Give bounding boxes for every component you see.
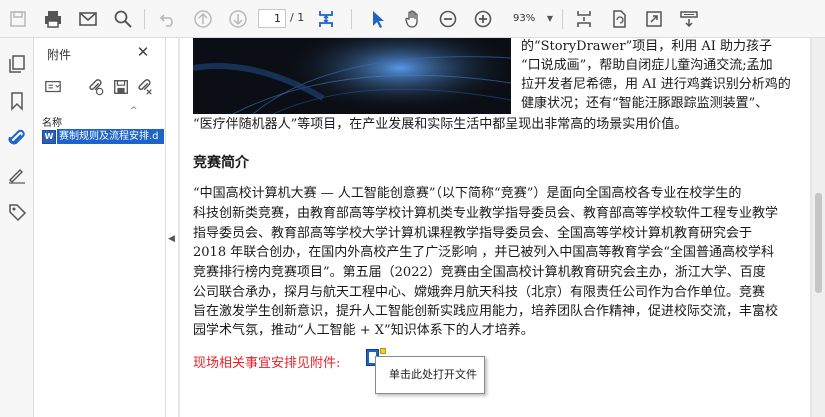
zoom-out-icon[interactable] [436,7,460,31]
doc-text-line: 健康状况；还有“智能汪豚跟踪监测装置”、 [521,96,769,111]
panel-title: 附件 [47,48,72,62]
paragraph-line: 2018 年联合创办，在国内外高校产生了广泛影响 ，并已被列入中国高等教育学会“… [193,245,774,260]
page-up-icon[interactable] [191,7,215,31]
fit-width-icon[interactable] [572,7,596,31]
bookmark-icon[interactable] [5,89,29,113]
paragraph-line: 旨在激发学生创新意识，提升人工智能创新实践应用能力，培养团队合作精神，促进校际交… [193,304,779,319]
signature-icon[interactable] [5,163,29,187]
collapse-panel-icon[interactable]: ◀ [168,234,175,244]
print-icon[interactable] [41,7,65,31]
zoom-value: 93% [513,13,536,24]
paragraph-line: 园学术气氛，推动“人工智能 + X”知识体系下的人才培养。 [193,323,534,338]
page-down-icon[interactable] [226,7,250,31]
doc-text-line: 的“StoryDrawer”项目，利用 AI 助力孩子 [521,39,773,54]
scrollbar-thumb[interactable] [815,193,822,293]
save-icon[interactable] [6,7,30,31]
page-total: / 1 [290,11,305,24]
fit-page-icon[interactable] [314,7,338,31]
paragraph-line: 科技创新类竞赛，由教育部高等学校计算机类专业教学指导委员会、教育部高等学校软件工… [193,206,779,221]
paragraph-line: 公司联合承办，探月与航天工程中心、嫦娥奔月航天科技（北京）有限责任公司作为合作单… [193,285,766,300]
column-header-name[interactable]: 名称 [42,114,62,129]
sort-caret-icon[interactable]: ^ [130,106,138,116]
add-attachment-icon[interactable] [85,76,107,98]
pages-icon[interactable] [5,52,29,76]
attachment-item[interactable]: W 赛制规则及流程安排.d [42,129,166,144]
zoom-in-icon[interactable] [471,7,495,31]
zoom-select[interactable]: 93% ▼ [507,9,555,28]
tag-icon[interactable] [5,200,29,224]
view-options-icon[interactable] [42,76,64,98]
hand-tool-icon[interactable] [401,7,425,31]
paragraph-line: 竞赛排行榜内竞赛项目”。第五届（2022）竞赛由全国高校计算机教育研究会主办，浙… [193,265,766,280]
word-file-icon: W [42,129,56,144]
section-heading: 竞赛简介 [193,155,249,171]
panel-toolbar [42,76,166,100]
tooltip: 单击此处打开文件 [375,356,485,394]
document-image [193,38,511,114]
paragraph-line: 指导委员会、教育部高等学校大学计算机课程教学指导委员会、全国高等学校计算机教育研… [193,226,753,241]
doc-text-line: 拉开发者尼希德，用 AI 进行鸡粪识别分析鸡的 [521,77,791,92]
attachment-link-text: 现场相关事宜安排见附件: [193,356,341,371]
close-icon[interactable]: ✕ [134,43,152,61]
attachment-icon[interactable] [5,126,29,150]
search-icon[interactable] [111,7,135,31]
undo-icon[interactable] [156,7,180,31]
doc-text-line: “口说成画”，帮助自闭症儿童沟通交流;孟加 [521,58,773,73]
more-tools-icon[interactable] [677,7,701,31]
delete-attachment-icon[interactable] [134,76,156,98]
paragraph-line: “中国高校计算机大赛 — 人工智能创意赛”（以下简称“竞赛”）是面向全国高校各专… [193,186,742,201]
chevron-down-icon: ▼ [546,14,553,23]
doc-text-line: “医疗伴随机器人”等项目，在产业发展和实际生活中都呈现出非常高的场景实用价值。 [193,117,688,132]
attachments-panel: 附件 ✕ ^ 名称 W 赛制规则及流程安排.d [34,38,166,417]
page-number-input[interactable]: 1 [258,9,286,28]
select-tool-icon[interactable] [366,7,390,31]
navigation-strip [0,38,34,417]
save-attachment-icon[interactable] [110,76,132,98]
main-toolbar: 1 / 1 93% ▼ [0,0,825,38]
pin-marker-icon [380,348,386,354]
fullscreen-icon[interactable] [642,7,666,31]
email-icon[interactable] [76,7,100,31]
rotate-icon[interactable] [607,7,631,31]
attachment-item-label: 赛制规则及流程安排.d [57,129,164,144]
